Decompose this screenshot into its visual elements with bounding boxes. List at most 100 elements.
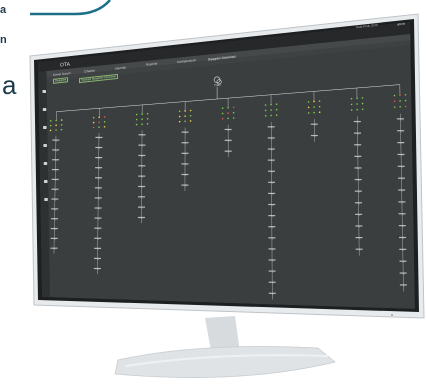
device-label-8-8 bbox=[398, 213, 406, 215]
device-label-2-5 bbox=[138, 185, 146, 188]
device-tick-1-12 bbox=[97, 258, 99, 261]
settings-icon bbox=[43, 162, 48, 165]
status-dot-6-2-2 bbox=[318, 111, 321, 114]
device-tick-1-4 bbox=[98, 178, 100, 180]
device-tick-0-10 bbox=[54, 238, 56, 241]
status-dot-8-1-0 bbox=[393, 100, 396, 103]
status-dot-4-2-0 bbox=[221, 117, 224, 120]
device-label-0-11 bbox=[50, 247, 58, 249]
device-label-3-0 bbox=[181, 131, 189, 133]
status-dot-2-1-2 bbox=[146, 117, 149, 120]
device-tick-3-0 bbox=[184, 132, 187, 134]
device-label-1-5 bbox=[94, 187, 102, 189]
device-label-8-5 bbox=[397, 177, 405, 179]
status-dot-6-1-2 bbox=[318, 105, 321, 108]
status-dot-7-0-0 bbox=[350, 97, 353, 100]
device-label-0-10 bbox=[50, 237, 58, 239]
status-dot-7-0-2 bbox=[361, 97, 364, 99]
status-dot-3-1-2 bbox=[189, 114, 192, 117]
device-label-8-13 bbox=[399, 272, 407, 274]
device-label-8-4 bbox=[397, 165, 405, 167]
branch-chain-1 bbox=[97, 132, 100, 275]
status-dot-1-0-1 bbox=[98, 116, 100, 119]
status-dot-3-1-1 bbox=[184, 115, 186, 117]
device-tick-0-9 bbox=[54, 229, 56, 231]
status-dot-4-1-1 bbox=[227, 112, 229, 114]
status-dot-3-1-0 bbox=[178, 115, 181, 118]
device-tick-2-8 bbox=[141, 217, 143, 220]
topology-diagram bbox=[42, 76, 407, 300]
device-label-2-2 bbox=[138, 154, 146, 157]
device-label-5-12 bbox=[268, 259, 276, 261]
device-label-4-2 bbox=[224, 150, 232, 152]
device-label-0-1 bbox=[52, 149, 60, 151]
device-tick-1-5 bbox=[98, 188, 100, 190]
status-dot-2-1-1 bbox=[141, 118, 143, 120]
status-dot-0-2-1 bbox=[55, 129, 57, 131]
device-label-0-2 bbox=[52, 159, 60, 161]
device-label-0-9 bbox=[50, 227, 58, 230]
device-tick-1-3 bbox=[98, 168, 100, 170]
device-tick-0-11 bbox=[53, 248, 56, 250]
device-label-5-5 bbox=[268, 181, 276, 183]
device-tick-2-0 bbox=[141, 135, 144, 137]
status-dot-3-2-1 bbox=[184, 120, 186, 123]
device-label-5-1 bbox=[267, 137, 275, 139]
status-dot-8-0-2 bbox=[404, 93, 407, 96]
device-tick-1-10 bbox=[97, 238, 100, 240]
device-tick-3-1 bbox=[184, 143, 187, 145]
device-label-3-3 bbox=[181, 163, 189, 165]
device-label-2-4 bbox=[138, 175, 146, 177]
device-label-5-3 bbox=[267, 159, 275, 161]
status-dot-7-1-0 bbox=[350, 103, 353, 106]
status-dot-6-1-1 bbox=[313, 106, 315, 108]
menu-icon bbox=[44, 198, 48, 201]
device-label-7-4 bbox=[354, 167, 362, 169]
device-label-0-0 bbox=[52, 139, 60, 141]
device-tick-0-3 bbox=[55, 170, 57, 172]
device-label-3-1 bbox=[181, 142, 189, 144]
status-dot-2-2-1 bbox=[141, 123, 143, 126]
device-label-5-15 bbox=[268, 292, 276, 294]
status-dot-8-2-1 bbox=[399, 105, 401, 108]
device-label-3-5 bbox=[181, 184, 189, 186]
device-label-8-7 bbox=[398, 201, 406, 203]
device-tick-1-7 bbox=[98, 208, 100, 210]
device-tick-1-13 bbox=[97, 269, 99, 271]
device-label-5-6 bbox=[268, 192, 276, 195]
status-dot-4-1-0 bbox=[221, 112, 224, 115]
device-label-6-0 bbox=[310, 123, 318, 125]
device-label-0-6 bbox=[51, 198, 59, 200]
status-dot-1-2-2 bbox=[103, 125, 106, 128]
status-dot-0-1-2 bbox=[60, 124, 63, 126]
device-tick-3-2 bbox=[184, 153, 187, 156]
device-tick-1-8 bbox=[97, 218, 100, 220]
device-label-7-1 bbox=[354, 132, 362, 134]
device-tick-2-6 bbox=[141, 197, 143, 199]
status-dot-3-2-2 bbox=[189, 120, 192, 122]
device-label-0-3 bbox=[51, 168, 59, 171]
status-dot-5-1-1 bbox=[270, 109, 272, 111]
device-label-5-13 bbox=[268, 270, 276, 272]
device-label-7-0 bbox=[353, 120, 361, 123]
status-dot-6-2-1 bbox=[313, 111, 315, 114]
device-tick-1-11 bbox=[97, 248, 99, 251]
status-dot-1-2-0 bbox=[92, 126, 95, 129]
status-dot-4-0-2 bbox=[232, 106, 235, 109]
status-dot-7-2-1 bbox=[356, 108, 358, 111]
status-dot-5-1-0 bbox=[264, 109, 267, 112]
device-tick-3-3 bbox=[184, 164, 187, 166]
device-label-1-8 bbox=[94, 217, 102, 219]
device-label-5-8 bbox=[268, 215, 276, 217]
device-label-5-9 bbox=[268, 226, 276, 228]
status-dot-5-0-0 bbox=[264, 104, 267, 106]
status-dot-2-0-1 bbox=[141, 113, 143, 115]
status-dot-4-0-0 bbox=[221, 107, 224, 109]
status-dot-2-2-0 bbox=[135, 123, 138, 126]
status-dot-4-2-2 bbox=[232, 117, 235, 119]
device-label-5-7 bbox=[268, 203, 276, 206]
status-dot-2-0-2 bbox=[146, 112, 149, 115]
status-dot-3-0-1 bbox=[184, 110, 186, 112]
device-label-1-0 bbox=[95, 136, 103, 139]
device-tick-2-1 bbox=[141, 145, 144, 147]
